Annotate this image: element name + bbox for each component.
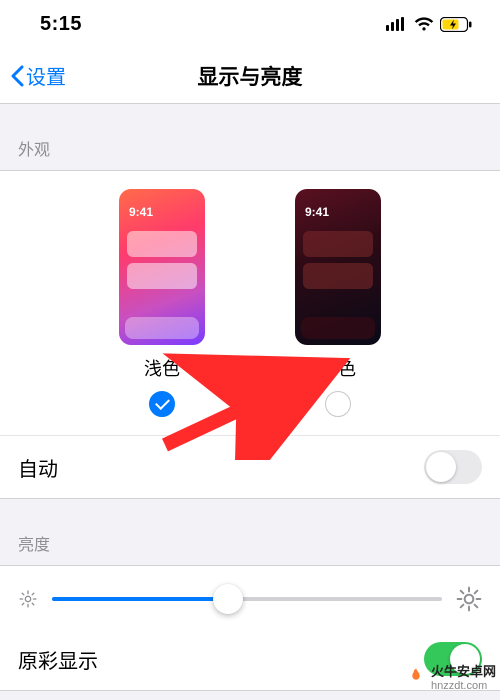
status-icons [386,17,472,32]
preview-dark: 9:41 [295,189,381,345]
sun-large-icon [456,586,482,612]
appearance-picker: 9:41 浅色 9:41 深色 [0,171,500,435]
watermark-name: 火牛安卓网 [431,664,496,679]
watermark-logo-icon [405,666,427,688]
preview-dock [125,317,199,339]
back-button[interactable]: 设置 [0,61,66,90]
watermark-url: hnzzdt.com [431,680,496,692]
cellular-icon [386,17,408,31]
nav-header: 设置 显示与亮度 [0,48,500,104]
auto-label: 自动 [18,453,58,482]
status-bar: 5:15 [0,0,500,48]
page-title: 显示与亮度 [0,61,500,91]
row-auto-appearance: 自动 [0,435,500,498]
chevron-left-icon [10,65,24,87]
preview-notif [127,231,197,257]
section-appearance: 9:41 浅色 9:41 深色 自动 [0,170,500,499]
section-header-appearance: 外观 [0,104,500,170]
sun-small-icon [18,589,38,609]
status-time: 5:15 [40,13,82,36]
wifi-icon [414,17,434,31]
preview-time: 9:41 [305,205,329,219]
brightness-slider[interactable] [52,597,442,601]
watermark: 火牛安卓网 hnzzdt.com [405,661,496,692]
appearance-option-dark[interactable]: 9:41 深色 [295,189,381,417]
brightness-slider-row [0,566,500,628]
preview-notif [303,263,373,289]
preview-notif [303,231,373,257]
preview-dock [301,317,375,339]
radio-light[interactable] [149,391,175,417]
preview-light: 9:41 [119,189,205,345]
true-tone-label: 原彩显示 [18,645,98,674]
battery-charging-icon [440,17,472,32]
preview-notif [127,263,197,289]
slider-thumb[interactable] [213,584,243,614]
toggle-auto[interactable] [424,450,482,484]
section-header-brightness: 亮度 [0,499,500,565]
radio-dark[interactable] [325,391,351,417]
option-label-light: 浅色 [144,355,180,381]
slider-fill [52,597,228,601]
option-label-dark: 深色 [320,355,356,381]
preview-time: 9:41 [129,205,153,219]
true-tone-footer: 根据环境光线条件自动调整 iPhone 屏幕以在不同环境下显示一致。 [0,691,500,700]
back-label: 设置 [26,61,66,90]
appearance-option-light[interactable]: 9:41 浅色 [119,189,205,417]
